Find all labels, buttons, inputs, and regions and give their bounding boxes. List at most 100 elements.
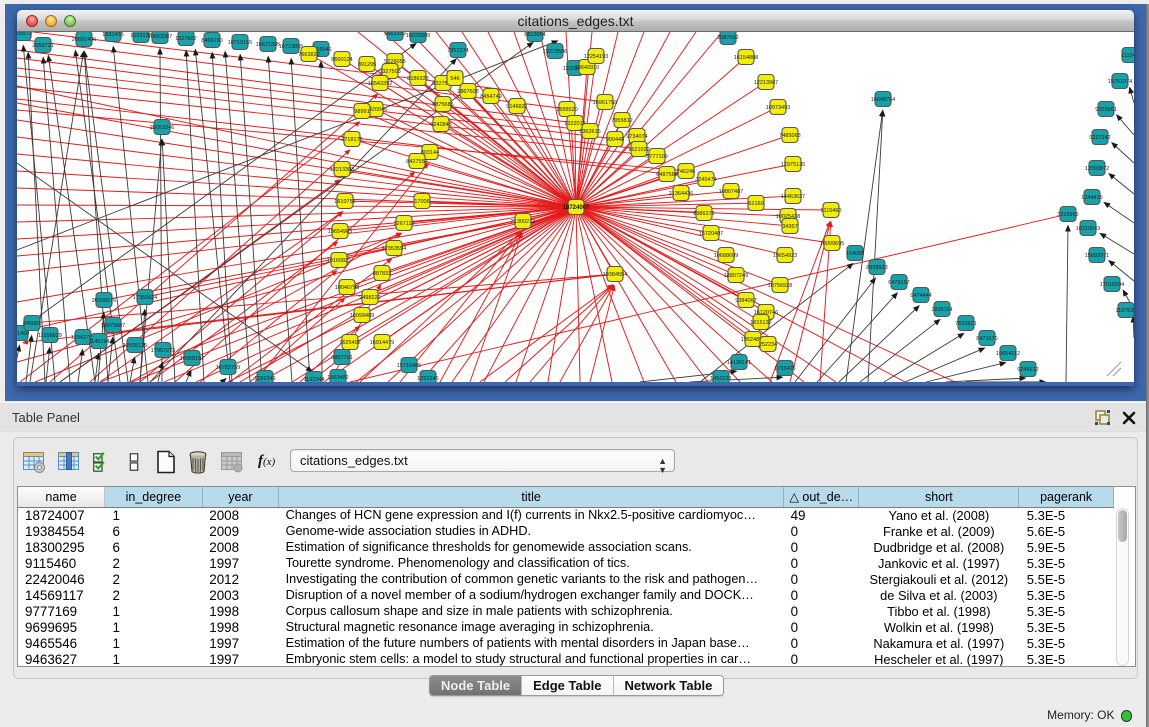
svg-text:3267110: 3267110 — [393, 221, 414, 227]
svg-text:9777109: 9777109 — [646, 154, 667, 160]
svg-text:20691406: 20691406 — [72, 37, 96, 43]
svg-text:10719155: 10719155 — [228, 40, 252, 46]
svg-text:111245: 111245 — [1121, 53, 1134, 59]
svg-text:6479197: 6479197 — [888, 280, 909, 286]
svg-text:18640910: 18640910 — [575, 65, 599, 71]
svg-text:14136141: 14136141 — [727, 360, 751, 366]
svg-text:887833: 887833 — [373, 271, 391, 277]
svg-text:546: 546 — [450, 76, 459, 82]
svg-text:16210643: 16210643 — [1076, 226, 1100, 232]
svg-text:19218506: 19218506 — [543, 49, 567, 55]
svg-text:7625402: 7625402 — [339, 340, 360, 346]
svg-text:1292346: 1292346 — [417, 376, 438, 382]
svg-text:17006: 17006 — [414, 199, 429, 205]
svg-text:9384067: 9384067 — [735, 298, 756, 304]
svg-text:891295: 891295 — [358, 62, 376, 68]
svg-text:1610755: 1610755 — [334, 199, 355, 205]
svg-text:17957273: 17957273 — [151, 348, 175, 354]
svg-text:7632621: 7632621 — [955, 321, 976, 327]
svg-text:252234: 252234 — [759, 342, 777, 348]
svg-text:7955812: 7955812 — [611, 118, 632, 124]
svg-text:2867608: 2867608 — [457, 89, 478, 95]
svg-text:845081: 845081 — [23, 321, 41, 327]
svg-text:15692971: 15692971 — [1085, 253, 1109, 259]
svg-text:5875685: 5875685 — [432, 102, 453, 108]
svg-text:9498222: 9498222 — [359, 295, 380, 301]
svg-text:16782759: 16782759 — [216, 365, 240, 371]
svg-text:12213967: 12213967 — [754, 80, 778, 86]
svg-text:16033809: 16033809 — [406, 33, 430, 39]
svg-text:8427552: 8427552 — [406, 159, 427, 165]
svg-text:10975887: 10975887 — [101, 323, 125, 329]
svg-text:2087662: 2087662 — [717, 35, 738, 41]
svg-text:12213303: 12213303 — [330, 167, 354, 173]
svg-text:10756928: 10756928 — [768, 283, 792, 289]
svg-text:15720407: 15720407 — [699, 231, 723, 237]
svg-text:6487568: 6487568 — [656, 172, 677, 178]
svg-text:1145194: 1145194 — [88, 339, 109, 345]
svg-text:2986372: 2986372 — [693, 211, 714, 217]
svg-text:19166825: 19166825 — [327, 258, 351, 264]
svg-text:8466160: 8466160 — [201, 38, 222, 44]
svg-text:21364436: 21364436 — [669, 191, 693, 197]
svg-text:10688609: 10688609 — [714, 253, 738, 259]
svg-text:1615132: 1615132 — [750, 320, 771, 326]
svg-text:9242848: 9242848 — [430, 122, 451, 128]
svg-text:3215955: 3215955 — [1057, 212, 1078, 218]
svg-text:1527602: 1527602 — [175, 36, 196, 42]
svg-text:1621022: 1621022 — [628, 147, 649, 153]
svg-text:19384554: 19384554 — [603, 272, 627, 278]
svg-text:12353594: 12353594 — [382, 246, 406, 252]
svg-text:19654923: 19654923 — [773, 253, 797, 259]
svg-text:17359924: 17359924 — [133, 295, 157, 301]
svg-text:10654112: 10654112 — [996, 351, 1020, 357]
svg-text:16961758: 16961758 — [593, 100, 617, 106]
svg-text:18724007: 18724007 — [563, 205, 590, 211]
svg-text:9115460: 9115460 — [820, 208, 841, 214]
svg-text:10046798: 10046798 — [335, 285, 359, 291]
svg-text:16914479: 16914479 — [370, 340, 394, 346]
svg-text:164095: 164095 — [846, 251, 864, 257]
svg-text:9245612: 9245612 — [1017, 367, 1038, 373]
svg-text:8186328: 8186328 — [407, 76, 428, 82]
svg-text:16099489: 16099489 — [350, 313, 374, 319]
svg-text:9146821: 9146821 — [506, 104, 527, 110]
svg-text:1167533: 1167533 — [1115, 308, 1134, 314]
svg-text:1192344: 1192344 — [303, 377, 324, 382]
svg-text:1733426: 1733426 — [774, 366, 795, 372]
svg-text:62160: 62160 — [748, 201, 763, 207]
svg-text:10653287: 10653287 — [148, 34, 172, 40]
svg-text:8471676: 8471676 — [976, 336, 997, 342]
svg-text:16671385: 16671385 — [256, 42, 280, 48]
svg-text:2935114: 2935114 — [931, 307, 952, 313]
svg-text:9474444: 9474444 — [910, 293, 931, 299]
svg-text:14463627: 14463627 — [781, 194, 805, 200]
svg-text:2055721: 2055721 — [32, 43, 53, 49]
svg-text:10099695: 10099695 — [820, 241, 844, 247]
svg-text:20206576: 20206576 — [92, 298, 116, 304]
svg-text:15751074: 15751074 — [1108, 79, 1132, 85]
svg-text:8813054: 8813054 — [524, 32, 545, 38]
svg-text:1453231: 1453231 — [710, 376, 731, 382]
svg-text:8454749: 8454749 — [480, 94, 501, 100]
svg-text:9734074: 9734074 — [626, 134, 647, 140]
svg-text:12975135: 12975135 — [781, 162, 805, 168]
svg-text:20053346: 20053346 — [150, 125, 174, 131]
svg-text:17016504: 17016504 — [1100, 282, 1124, 288]
svg-text:12505135: 12505135 — [123, 343, 147, 349]
svg-text:1292346: 1292346 — [254, 376, 275, 382]
svg-text:19654963: 19654963 — [328, 229, 352, 235]
svg-text:9327503: 9327503 — [379, 69, 400, 75]
svg-text:10973493: 10973493 — [766, 105, 790, 111]
svg-text:10958107: 10958107 — [180, 356, 204, 362]
svg-text:12254193: 12254193 — [584, 54, 608, 60]
svg-text:15716485: 15716485 — [397, 363, 421, 369]
svg-text:34957: 34957 — [782, 224, 797, 230]
svg-text:3245474: 3245474 — [695, 177, 716, 183]
svg-text:1563482: 1563482 — [327, 375, 348, 381]
svg-text:18807249: 18807249 — [724, 273, 748, 279]
svg-text:990448: 990448 — [606, 137, 624, 143]
svg-text:7663822: 7663822 — [298, 52, 319, 58]
svg-text:8938923: 8938923 — [866, 265, 887, 271]
svg-text:1362615: 1362615 — [579, 129, 600, 135]
